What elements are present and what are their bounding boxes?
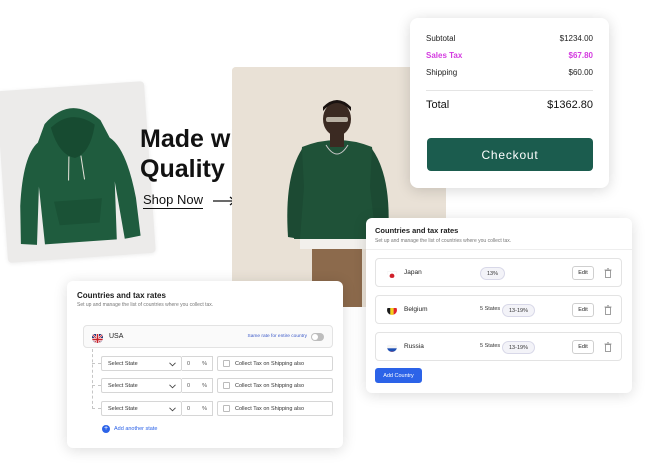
subtotal-row: Subtotal $1234.00 bbox=[426, 30, 593, 47]
country-row-russia[interactable]: Russia 5 States 13-19% Edit bbox=[375, 332, 622, 361]
select-state-dropdown[interactable]: Select State bbox=[101, 356, 182, 371]
countries-tax-card-right: Countries and tax rates Set up and manag… bbox=[366, 218, 632, 393]
add-another-state-label: Add another state bbox=[114, 426, 158, 432]
divider bbox=[366, 249, 632, 250]
country-name: Russia bbox=[404, 343, 424, 350]
percent-unit: % bbox=[202, 360, 207, 367]
percent-unit: % bbox=[202, 382, 207, 389]
hoodie-product-image bbox=[0, 81, 156, 263]
shipping-label: Shipping bbox=[426, 68, 458, 77]
collect-tax-shipping-checkbox[interactable]: Collect Tax on Shipping also bbox=[217, 401, 333, 416]
country-name: Japan bbox=[404, 269, 422, 276]
card-title: Countries and tax rates bbox=[77, 291, 166, 300]
edit-button[interactable]: Edit bbox=[572, 266, 594, 280]
flag-belgium-icon bbox=[387, 305, 397, 315]
state-row: Select State 0 % Collect Tax on Shipping… bbox=[92, 356, 333, 371]
tax-rate-value: 0 bbox=[187, 405, 191, 412]
tax-rate-input[interactable]: 0 % bbox=[182, 401, 213, 416]
collect-tax-shipping-checkbox[interactable]: Collect Tax on Shipping also bbox=[217, 356, 333, 371]
collect-tax-shipping-checkbox[interactable]: Collect Tax on Shipping also bbox=[217, 378, 333, 393]
percent-unit: % bbox=[202, 405, 207, 412]
card-title: Countries and tax rates bbox=[375, 226, 459, 235]
subtotal-label: Subtotal bbox=[426, 34, 456, 43]
select-state-value: Select State bbox=[108, 405, 138, 412]
sales-tax-label: Sales Tax bbox=[426, 51, 463, 60]
shop-now-link[interactable]: Shop Now bbox=[143, 192, 237, 209]
shipping-row: Shipping $60.00 bbox=[426, 64, 593, 81]
card-subtitle: Set up and manage the list of countries … bbox=[77, 302, 214, 308]
country-name: Belgium bbox=[404, 306, 428, 313]
select-state-value: Select State bbox=[108, 360, 138, 367]
add-country-button[interactable]: Add Country bbox=[375, 368, 422, 383]
plus-icon: + bbox=[102, 425, 110, 433]
sales-tax-row: Sales Tax $67.80 bbox=[426, 47, 593, 64]
tax-rate-badge: 13-19% bbox=[502, 341, 535, 354]
state-row: Select State 0 % Collect Tax on Shipping… bbox=[92, 378, 333, 393]
total-value: $1362.80 bbox=[547, 99, 593, 111]
flag-uk-icon bbox=[92, 332, 103, 343]
checkbox-icon bbox=[223, 382, 230, 389]
flag-russia-icon bbox=[387, 342, 397, 352]
tree-connector bbox=[92, 349, 93, 409]
collect-tax-shipping-label: Collect Tax on Shipping also bbox=[235, 382, 304, 389]
country-row-japan[interactable]: Japan 13% Edit bbox=[375, 258, 622, 287]
states-count: 5 States bbox=[480, 306, 501, 312]
tax-rate-badge: 13-19% bbox=[502, 304, 535, 317]
tax-rate-input[interactable]: 0 % bbox=[182, 378, 213, 393]
select-state-dropdown[interactable]: Select State bbox=[101, 401, 182, 416]
states-count: 5 States bbox=[480, 343, 501, 349]
total-label: Total bbox=[426, 99, 450, 111]
subtotal-value: $1234.00 bbox=[559, 34, 593, 43]
chevron-down-icon bbox=[169, 384, 176, 389]
country-row-usa[interactable]: USA Same rate for entire country bbox=[83, 325, 333, 348]
sales-tax-value: $67.80 bbox=[568, 51, 593, 60]
same-rate-label: Same rate for entire country bbox=[247, 334, 307, 339]
country-name: USA bbox=[109, 333, 124, 340]
tax-rate-input[interactable]: 0 % bbox=[182, 356, 213, 371]
tax-rate-badge: 13% bbox=[480, 267, 506, 280]
same-rate-toggle[interactable] bbox=[311, 333, 324, 341]
summary-divider bbox=[426, 90, 593, 91]
shop-now-label: Shop Now bbox=[143, 192, 203, 209]
trash-icon[interactable] bbox=[604, 305, 612, 315]
tax-rate-value: 0 bbox=[187, 382, 191, 389]
checkout-button[interactable]: Checkout bbox=[427, 138, 593, 171]
select-state-dropdown[interactable]: Select State bbox=[101, 378, 182, 393]
countries-tax-card-left: Countries and tax rates Set up and manag… bbox=[67, 281, 343, 448]
edit-button[interactable]: Edit bbox=[572, 340, 594, 354]
total-row: Total $1362.80 bbox=[426, 97, 593, 113]
country-row-belgium[interactable]: Belgium 5 States 13-19% Edit bbox=[375, 295, 622, 324]
edit-button[interactable]: Edit bbox=[572, 303, 594, 317]
state-row: Select State 0 % Collect Tax on Shipping… bbox=[92, 401, 333, 416]
trash-icon[interactable] bbox=[604, 342, 612, 352]
chevron-down-icon bbox=[169, 362, 176, 367]
flag-japan-icon bbox=[387, 268, 397, 278]
collect-tax-shipping-label: Collect Tax on Shipping also bbox=[235, 360, 304, 367]
card-subtitle: Set up and manage the list of countries … bbox=[375, 238, 512, 244]
select-state-value: Select State bbox=[108, 382, 138, 389]
chevron-down-icon bbox=[169, 407, 176, 412]
collect-tax-shipping-label: Collect Tax on Shipping also bbox=[235, 405, 304, 412]
shipping-value: $60.00 bbox=[568, 68, 593, 77]
checkbox-icon bbox=[223, 360, 230, 367]
add-another-state-link[interactable]: + Add another state bbox=[102, 425, 157, 433]
tax-rate-value: 0 bbox=[187, 360, 191, 367]
trash-icon[interactable] bbox=[604, 268, 612, 278]
order-summary-card: Subtotal $1234.00 Sales Tax $67.80 Shipp… bbox=[410, 18, 609, 188]
checkbox-icon bbox=[223, 405, 230, 412]
